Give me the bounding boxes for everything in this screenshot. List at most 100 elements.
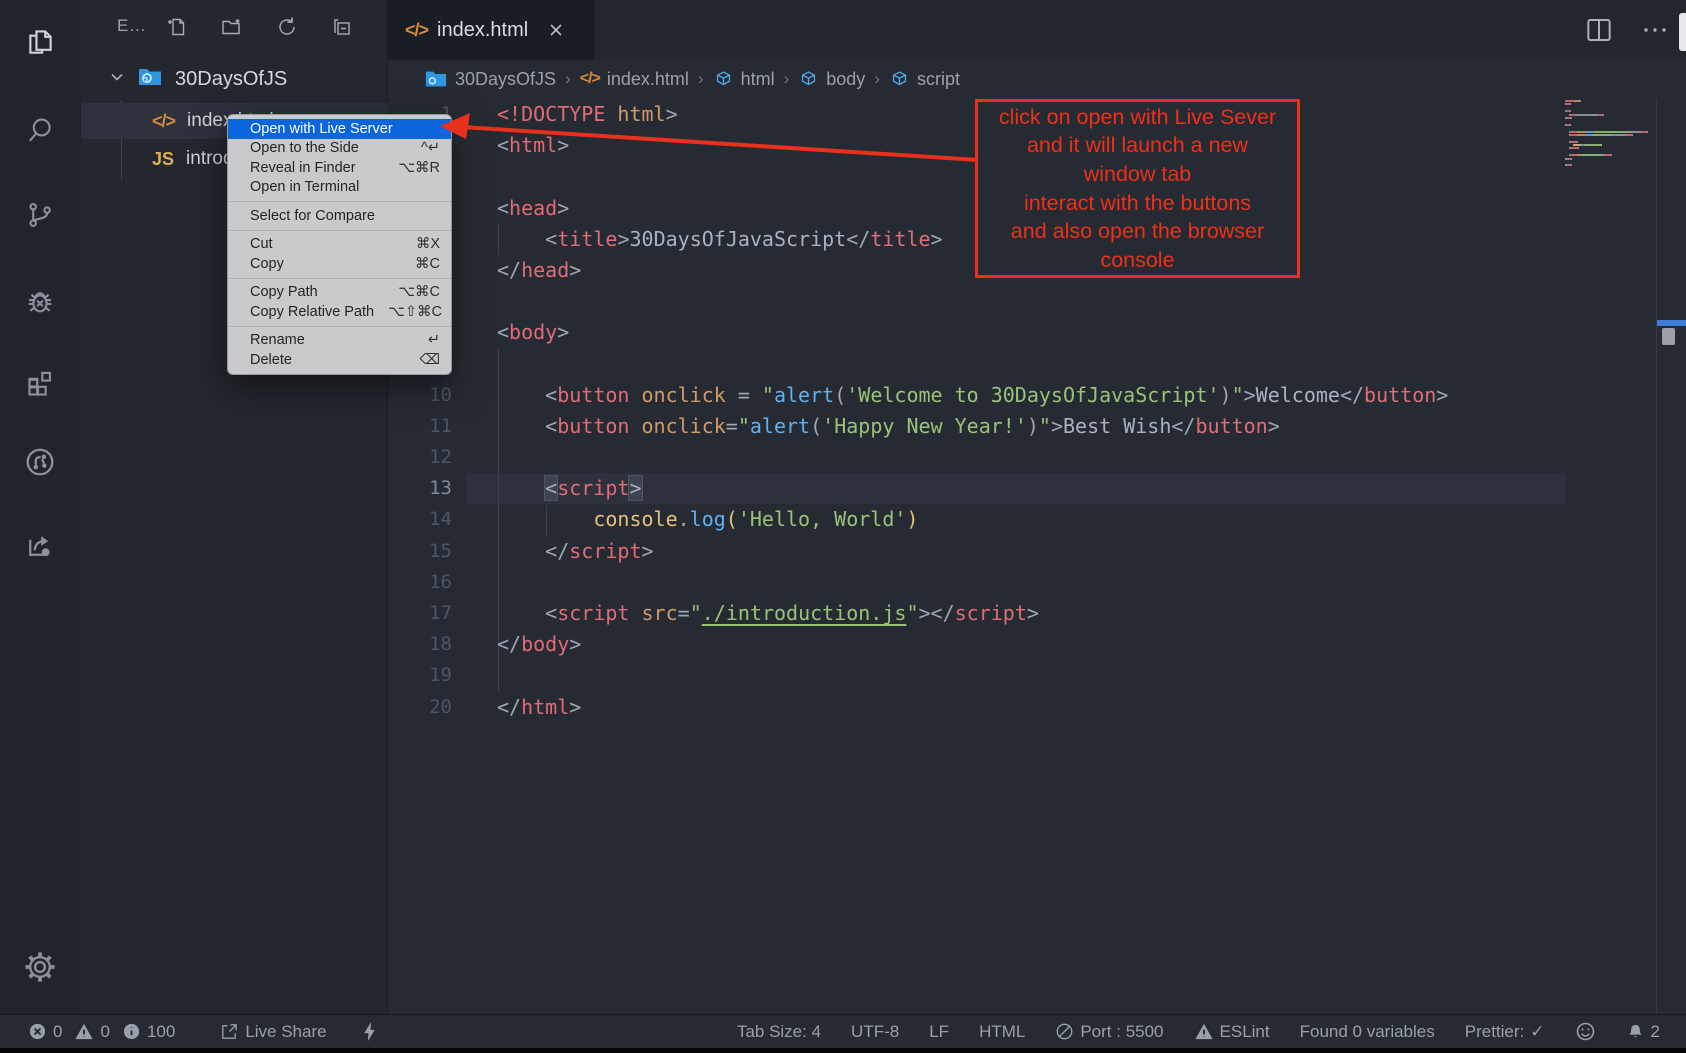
code-line[interactable] [497, 286, 1557, 317]
code-line[interactable] [497, 660, 1557, 691]
context-menu-item[interactable]: Open to the Side^↵ [228, 139, 451, 159]
breadcrumb-item-html[interactable]: html [713, 69, 775, 90]
code-line[interactable]: <button onclick="alert('Happy New Year!'… [497, 411, 1557, 442]
notifications-bell[interactable]: 2 [1626, 1022, 1660, 1042]
breadcrumb: 30DaysOfJS › </> index.html › html › bod… [388, 60, 1686, 98]
live-share-button[interactable]: Live Share [220, 1022, 326, 1042]
more-actions-icon[interactable] [1640, 18, 1670, 47]
context-menu-item[interactable]: Select for Compare [228, 206, 451, 226]
feedback-smiley-icon[interactable] [1575, 1021, 1596, 1042]
line-number[interactable]: 20 [388, 692, 497, 723]
context-menu-item[interactable]: Rename↵ [228, 331, 451, 351]
code-line[interactable]: <script> [497, 473, 1557, 504]
code-line[interactable]: console.log('Hello, World') [497, 504, 1557, 535]
context-menu-item[interactable]: Cut⌘X [228, 235, 451, 255]
live-share-icon[interactable] [17, 439, 63, 485]
context-menu-item[interactable]: Open with Live Server [228, 119, 451, 139]
search-icon[interactable] [17, 107, 63, 153]
context-menu-item[interactable]: Copy Path⌥⌘C [228, 283, 451, 303]
context-menu-item[interactable]: Delete⌫ [228, 350, 451, 370]
code-line[interactable]: </html> [497, 692, 1557, 723]
problems-indicator[interactable]: 0 0 100 [28, 1022, 175, 1042]
prettier-indicator[interactable]: Prettier:✓ [1465, 1022, 1545, 1042]
context-menu-item[interactable]: Open in Terminal [228, 178, 451, 198]
code-line[interactable]: <button onclick = "alert('Welcome to 30D… [497, 380, 1557, 411]
line-number[interactable]: 12 [388, 442, 497, 473]
run-debug-icon[interactable] [17, 279, 63, 325]
symbol-cube-icon [889, 69, 910, 90]
tab-index-html[interactable]: </> index.html [388, 0, 594, 60]
minimap-line [1565, 100, 1653, 102]
js-file-icon: JS [152, 149, 174, 170]
new-folder-icon[interactable] [218, 14, 244, 40]
workspace-folder-row[interactable]: 30DaysOfJS [81, 62, 388, 97]
context-menu-item[interactable]: Copy⌘C [228, 254, 451, 274]
code-line[interactable]: </body> [497, 629, 1557, 660]
lightning-bolt-icon[interactable] [362, 1021, 377, 1042]
warning-icon [74, 1022, 94, 1041]
status-bar: 0 0 100 Live Share Tab Size: [0, 1014, 1686, 1048]
variables-indicator[interactable]: Found 0 variables [1300, 1022, 1435, 1042]
explorer-title: E… [117, 16, 146, 36]
minimap-line [1565, 103, 1653, 105]
chevron-right-icon: › [874, 69, 880, 89]
context-menu-item[interactable]: Reveal in Finder⌥⌘R [228, 158, 451, 178]
source-control-icon[interactable] [17, 192, 63, 238]
breadcrumb-item-file[interactable]: </> index.html [580, 69, 689, 90]
close-icon[interactable] [544, 18, 568, 42]
symbol-cube-icon [713, 69, 734, 90]
line-number[interactable]: 17 [388, 598, 497, 629]
split-editor-icon[interactable] [1583, 14, 1615, 51]
line-number[interactable]: 18 [388, 629, 497, 660]
tab-strip: </> index.html [388, 0, 1686, 60]
minimap-line [1565, 137, 1653, 139]
language-indicator[interactable]: HTML [979, 1022, 1025, 1042]
port-indicator[interactable]: Port : 5500 [1055, 1022, 1163, 1042]
code-line[interactable] [497, 567, 1557, 598]
eol-indicator[interactable]: LF [929, 1022, 949, 1042]
code-line[interactable] [497, 349, 1557, 380]
collapse-all-icon[interactable] [329, 14, 355, 40]
line-number[interactable]: 16 [388, 567, 497, 598]
minimap-line [1565, 134, 1653, 136]
line-number[interactable]: 14 [388, 504, 497, 535]
window-bottom-edge [0, 1048, 1686, 1053]
breadcrumb-item-folder[interactable]: 30DaysOfJS [424, 68, 556, 90]
minimap-line [1565, 107, 1653, 109]
line-number[interactable]: 11 [388, 411, 497, 442]
encoding-indicator[interactable]: UTF-8 [851, 1022, 899, 1042]
chevron-right-icon: › [784, 69, 790, 89]
folder-icon [424, 68, 448, 90]
line-number[interactable]: 10 [388, 380, 497, 411]
code-line[interactable]: <body> [497, 317, 1557, 348]
annotation-box: click on open with Live Sever and it wil… [975, 99, 1300, 278]
bell-icon [1626, 1022, 1645, 1042]
breadcrumb-item-script[interactable]: script [889, 69, 960, 90]
breadcrumb-item-body[interactable]: body [798, 69, 865, 90]
activity-bar [0, 0, 81, 1053]
minimap-line [1565, 131, 1653, 133]
extensions-icon[interactable] [17, 359, 63, 405]
code-line[interactable]: </script> [497, 536, 1557, 567]
line-number[interactable]: 13 [388, 473, 497, 504]
line-number[interactable]: 15 [388, 536, 497, 567]
minimap[interactable] [1565, 100, 1653, 168]
port-icon [1055, 1022, 1074, 1041]
eslint-indicator[interactable]: ESLint [1194, 1022, 1270, 1042]
menu-separator [228, 230, 451, 231]
annotation-text: click on open with Live Sever and it wil… [999, 103, 1276, 275]
settings-gear-icon[interactable] [17, 944, 63, 990]
tab-size-indicator[interactable]: Tab Size: 4 [737, 1022, 821, 1042]
line-number[interactable]: 19 [388, 660, 497, 691]
new-file-icon[interactable] [164, 14, 190, 40]
context-menu-item[interactable]: Copy Relative Path⌥⇧⌘C [228, 302, 451, 322]
minimap-line [1565, 161, 1653, 163]
refresh-icon[interactable] [274, 14, 300, 40]
explorer-icon[interactable] [17, 19, 63, 65]
code-line[interactable] [497, 442, 1557, 473]
tab-label: index.html [437, 19, 528, 42]
scrollbar-thumb[interactable] [1662, 328, 1675, 345]
code-line[interactable]: <script src="./introduction.js"></script… [497, 598, 1557, 629]
chevron-right-icon: › [698, 69, 704, 89]
share-export-icon[interactable] [17, 522, 63, 568]
